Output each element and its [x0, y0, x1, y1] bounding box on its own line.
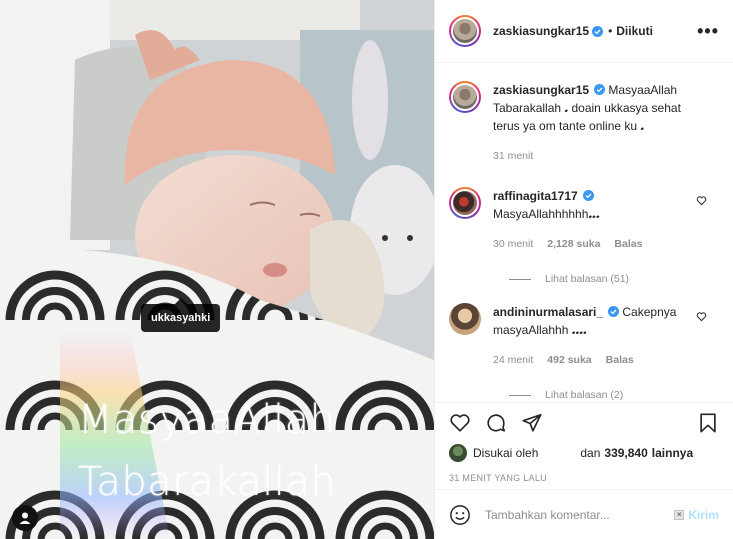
- post-actions: Disukai oleh dan 339,840 lainnya 31 MENI…: [435, 402, 733, 483]
- photo-overlay-text-line1: MasyaaAllah: [78, 397, 336, 443]
- caption: zaskiasungkar15 MasyaaAllah Tabarakallah…: [449, 81, 719, 165]
- emoji-smiley-icon[interactable]: [449, 504, 471, 526]
- save-bookmark-icon[interactable]: [697, 412, 719, 434]
- user-tag-label[interactable]: ukkasyahki: [141, 298, 221, 332]
- verified-badge-icon: [608, 306, 620, 317]
- post-comment-button[interactable]: × Kirim: [674, 508, 719, 522]
- view-replies-button[interactable]: Lihat balasan (2): [509, 389, 719, 401]
- author-avatar[interactable]: [449, 15, 481, 47]
- commenter-username[interactable]: andininurmalasari_: [493, 305, 603, 319]
- likes-suffix[interactable]: lainnya: [652, 446, 693, 460]
- likes-summary: Disukai oleh dan 339,840 lainnya: [449, 443, 719, 463]
- post-time-ago[interactable]: 31 MENIT YANG LALU: [449, 473, 719, 483]
- view-replies-label[interactable]: Lihat balasan (2): [545, 389, 623, 401]
- header-separator: •: [608, 24, 613, 38]
- commenter-username[interactable]: raffinagita1717: [493, 189, 578, 203]
- comment-item: raffinagita1717 MasyaAllahhhhhh𝅘𝅘𝅘 30 me…: [449, 187, 719, 253]
- post-comment-label[interactable]: Kirim: [688, 508, 719, 522]
- post-photo[interactable]: ukkasyahki MasyaaAllah Tabarakallah: [0, 0, 434, 539]
- likes-prefix: Disukai oleh: [473, 446, 539, 460]
- caption-time: 31 menit: [493, 150, 534, 162]
- comment-item: andininurmalasari_ Cakepnya masyaAllahhh…: [449, 303, 719, 369]
- comments-list[interactable]: zaskiasungkar15 MasyaaAllah Tabarakallah…: [435, 63, 733, 402]
- tagged-users-button[interactable]: [12, 505, 38, 531]
- verified-badge-icon: [594, 84, 606, 95]
- like-comment-heart-icon[interactable]: [696, 195, 707, 206]
- user-icon: [19, 512, 31, 524]
- reply-button[interactable]: Balas: [614, 235, 642, 253]
- caption-username[interactable]: zaskiasungkar15: [493, 83, 589, 97]
- likes-count[interactable]: 339,840: [604, 446, 647, 460]
- like-heart-icon[interactable]: [449, 412, 471, 434]
- share-icon[interactable]: [521, 412, 543, 434]
- commenter-avatar[interactable]: [449, 303, 481, 335]
- view-replies-label[interactable]: Lihat balasan (51): [545, 273, 629, 285]
- likes-suffix-pre: dan: [580, 446, 601, 460]
- caption-avatar[interactable]: [449, 81, 481, 113]
- more-options-icon[interactable]: •••: [697, 21, 719, 42]
- photo-overlay-text-line2: Tabarakallah: [78, 459, 337, 505]
- verified-badge-icon: [592, 25, 604, 37]
- add-comment-bar: Tambahkan komentar... × Kirim: [435, 489, 733, 539]
- liker-avatar[interactable]: [449, 444, 467, 462]
- comment-text: MasyaAllahhhhhh𝅘𝅘𝅘: [493, 207, 600, 221]
- comment-time[interactable]: 24 menit: [493, 351, 533, 369]
- comment-icon[interactable]: [485, 412, 507, 434]
- commenter-avatar[interactable]: [449, 187, 481, 219]
- author-username[interactable]: zaskiasungkar15: [493, 24, 589, 38]
- comment-time[interactable]: 30 menit: [493, 235, 533, 253]
- post-detail-panel: zaskiasungkar15 • Diikuti ••• zaskiasung…: [434, 0, 733, 539]
- reply-button[interactable]: Balas: [606, 351, 634, 369]
- verified-badge-icon: [582, 190, 594, 201]
- comment-like-count[interactable]: 2,128 suka: [547, 235, 600, 253]
- following-button[interactable]: Diikuti: [616, 24, 653, 38]
- view-replies-button[interactable]: Lihat balasan (51): [509, 273, 719, 285]
- like-comment-heart-icon[interactable]: [696, 311, 707, 322]
- comment-input[interactable]: Tambahkan komentar...: [485, 508, 674, 522]
- post-header: zaskiasungkar15 • Diikuti •••: [435, 0, 733, 63]
- comment-like-count[interactable]: 492 suka: [547, 351, 591, 369]
- close-icon: ×: [674, 509, 685, 520]
